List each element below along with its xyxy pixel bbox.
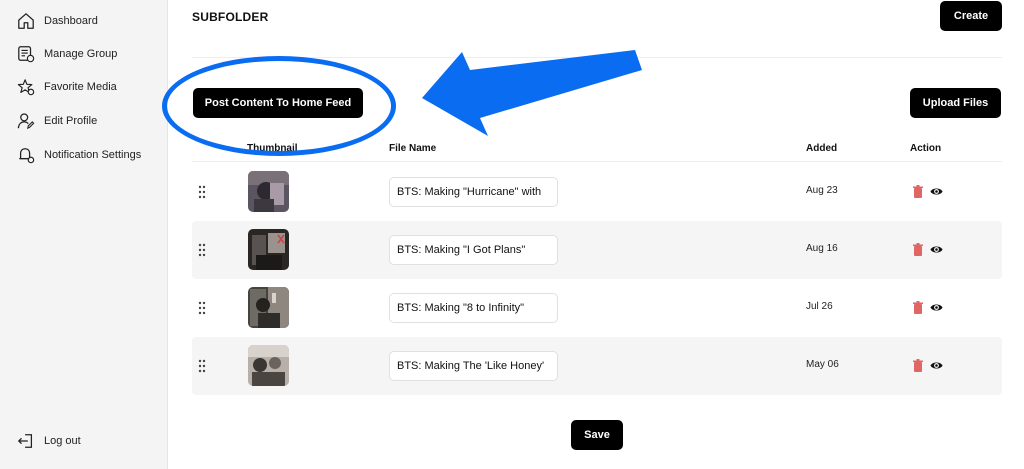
table-row: BTS: Making "8 to Infinity" Jul 26 [192,279,1002,337]
trash-icon[interactable] [912,359,924,372]
added-date: Aug 23 [806,185,838,196]
sidebar-item-manage-group[interactable]: Manage Group [16,43,117,65]
table-header: Thumbnail File Name Added Action [192,136,1002,162]
thumbnail-image [248,287,289,328]
file-name-input[interactable]: BTS: Making "Hurricane" with [389,177,558,207]
sidebar-item-label: Dashboard [44,15,98,27]
file-name-input[interactable]: BTS: Making "8 to Infinity" [389,293,558,323]
logout-label: Log out [44,435,81,447]
trash-icon[interactable] [912,243,924,256]
eye-icon[interactable] [930,185,943,198]
eye-icon[interactable] [930,359,943,372]
file-name-input[interactable]: BTS: Making "I Got Plans" [389,235,558,265]
upload-files-button[interactable]: Upload Files [910,88,1001,118]
group-list-icon [16,44,36,64]
table-row: BTS: Making "Hurricane" with Aug 23 [192,163,1002,221]
thumbnail-image [248,171,289,212]
column-header-file-name: File Name [389,143,437,154]
sidebar-item-label: Manage Group [44,48,118,60]
trash-icon[interactable] [912,301,924,314]
added-date: May 06 [806,359,839,370]
main-content: SUBFOLDER Create Post Content To Home Fe… [168,0,1024,469]
sidebar: Dashboard Manage Group Favorite Media Ed… [0,0,168,469]
drag-handle-icon[interactable] [198,243,206,257]
column-header-added: Added [806,143,838,154]
sidebar-item-notification-settings[interactable]: Notification Settings [16,144,141,166]
sidebar-item-dashboard[interactable]: Dashboard [16,10,98,32]
sidebar-item-label: Notification Settings [44,149,142,161]
page-title: SUBFOLDER [192,10,269,24]
file-name-input[interactable]: BTS: Making The 'Like Honey' [389,351,558,381]
eye-icon[interactable] [930,243,943,256]
bell-settings-icon [16,145,36,165]
column-header-thumbnail: Thumbnail [247,143,298,154]
drag-handle-icon[interactable] [198,301,206,315]
post-to-home-feed-button[interactable]: Post Content To Home Feed [193,88,363,118]
added-date: Aug 16 [806,243,838,254]
save-button[interactable]: Save [571,420,623,450]
logout-icon [16,431,36,451]
eye-icon[interactable] [930,301,943,314]
drag-handle-icon[interactable] [198,185,206,199]
thumbnail-image [248,345,289,386]
user-edit-icon [16,111,36,131]
header-divider [192,57,1002,58]
table-row: BTS: Making "I Got Plans" Aug 16 [192,221,1002,279]
home-icon [16,11,36,31]
sidebar-item-edit-profile[interactable]: Edit Profile [16,110,97,132]
sidebar-item-favorite-media[interactable]: Favorite Media [16,76,117,98]
trash-icon[interactable] [912,185,924,198]
column-header-action: Action [910,143,942,154]
thumbnail-image [248,229,289,270]
drag-handle-icon[interactable] [198,359,206,373]
table-row: BTS: Making The 'Like Honey' May 06 [192,337,1002,395]
added-date: Jul 26 [806,301,833,312]
sidebar-item-label: Favorite Media [44,81,117,93]
sidebar-item-label: Edit Profile [44,115,98,127]
create-button[interactable]: Create [940,1,1002,31]
logout-button[interactable]: Log out [16,430,81,452]
star-gear-icon [16,77,36,97]
